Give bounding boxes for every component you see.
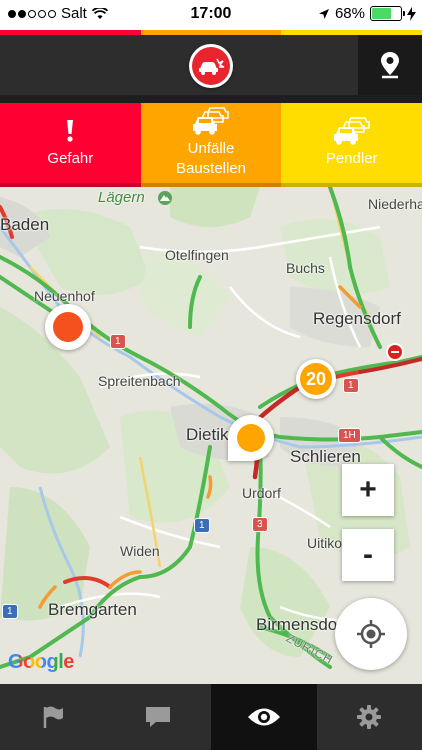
nav-item-report[interactable] [0,684,106,750]
road-shield-a3: 3 [252,517,268,532]
status-bar: Salt 17:00 68% [0,0,422,30]
map-label-dietikon: Dietik [186,425,229,444]
cars-icon [191,107,231,135]
traffic-map[interactable]: Lägern Niederha Baden Otelfingen Buchs N… [0,187,422,684]
category-label: Gefahr [47,150,94,167]
road-shield-blue-1-left: 1 [2,604,18,619]
header-divider [0,95,422,103]
eye-icon [247,708,280,726]
app-logo-button[interactable] [189,44,233,88]
road-shield-a1-east: 1 [343,378,359,393]
gear-icon [357,705,382,729]
map-label-birmensdorf: Birmensdorf [256,615,348,634]
exclamation-icon [65,117,75,145]
incident-cluster-marker[interactable]: 20 [296,359,336,399]
nav-item-map[interactable] [211,684,317,750]
incident-marker-accident[interactable] [228,415,274,461]
traffic-accident-logo-icon [192,47,230,85]
map-label-uitikon: Uitiko [307,535,343,551]
category-tab-pendler[interactable]: Pendler [281,103,422,183]
crosshair-icon [357,620,385,648]
map-label-bremgarten: Bremgarten [48,600,137,619]
locate-button[interactable] [358,35,422,95]
cluster-count: 20 [300,363,332,395]
road-shield-blue-1: 1 [194,518,210,533]
map-label-baden: Baden [0,215,50,234]
peak-icon [158,191,172,205]
category-label: Pendler [325,150,378,167]
location-arrow-icon [318,8,329,19]
location-pin-icon [381,52,399,79]
map-label-otelfingen: Otelfingen [165,247,229,263]
map-label-spreitenbach: Spreitenbach [98,373,181,389]
map-label-urdorf: Urdorf [242,485,281,501]
map-label-regensdorf: Regensdorf [313,309,401,328]
road-closed-icon[interactable] [386,343,404,361]
category-tab-unfaelle-baustellen[interactable]: Unfälle Baustellen [140,103,282,183]
chat-bubble-icon [146,707,171,727]
cars-icon [332,117,372,145]
category-label-line1: Unfälle [187,140,235,157]
road-shield-a1: 1 [110,334,126,349]
app-screen: Salt 17:00 68% Gefahr Unfälle Baustellen… [0,0,422,750]
bottom-navigation [0,684,422,750]
map-label-buchs: Buchs [286,260,325,276]
map-label-neuenhof: Neuenhof [34,288,95,304]
incident-marker-danger[interactable] [45,304,91,350]
nav-item-settings[interactable] [317,684,422,750]
google-logo: Google [8,651,74,674]
map-label-widen: Widen [120,543,160,559]
battery-percent: 68% [334,5,365,22]
my-location-button[interactable] [335,598,407,670]
category-tabs: Gefahr Unfälle Baustellen Pendler [0,103,422,183]
map-label-laegern: Lägern [98,189,145,206]
flag-icon [43,706,63,728]
road-shield-a1h: 1H [338,428,361,443]
app-header [0,35,422,95]
zoom-out-button[interactable]: - [342,529,394,581]
map-label-niederhasli: Niederha [368,196,422,212]
battery-icon [370,6,405,21]
google-logo-text: Google [8,651,74,673]
nav-item-messages[interactable] [106,684,212,750]
zoom-in-button[interactable]: + [342,464,394,516]
category-label-line2: Baustellen [175,160,247,177]
charging-bolt-icon [407,6,416,21]
category-tab-gefahr[interactable]: Gefahr [0,103,141,183]
